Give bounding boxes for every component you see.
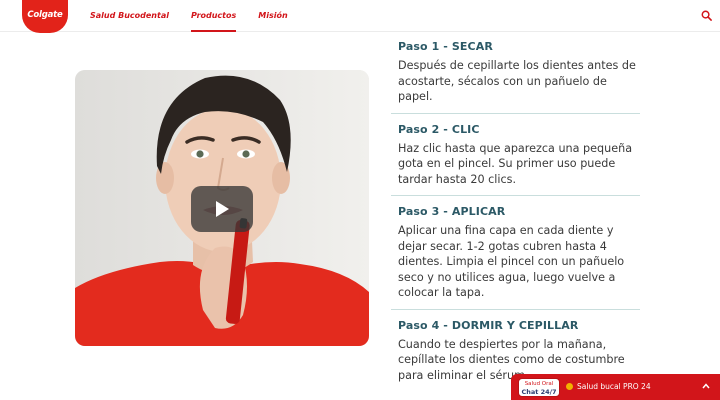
product-video[interactable] [75, 70, 369, 346]
chat-badge: Salud Oral Chat 24/7 [518, 378, 560, 397]
nav-item-productos[interactable]: Productos [190, 0, 237, 32]
step-title: Paso 3 - APLICAR [398, 205, 506, 218]
search-icon[interactable] [701, 10, 712, 21]
chat-badge-line1: Salud Oral [524, 381, 554, 387]
site-header: Colgate Salud Bucodental Productos Misió… [0, 0, 720, 33]
chat-label: Salud bucal PRO 24 [577, 382, 651, 391]
step-title: Paso 2 - CLIC [398, 122, 480, 136]
chat-widget-button[interactable]: Salud Oral Chat 24/7 Salud bucal PRO 24 [511, 374, 720, 400]
status-dot-icon [566, 383, 573, 390]
colgate-logo[interactable]: Colgate [22, 0, 68, 33]
main-nav: Salud Bucodental Productos Misión [90, 0, 310, 32]
step-text: Aplicar una fina capa en cada diente y d… [398, 224, 625, 299]
step-text: Después de cepillarte los dientes antes … [398, 59, 636, 103]
step-item: Paso 2 - CLIC Haz clic hasta que aparezc… [391, 114, 640, 196]
chevron-up-icon[interactable] [702, 382, 710, 390]
logo-text: Colgate [27, 9, 63, 20]
play-button[interactable] [191, 186, 253, 232]
chat-badge-line2: Chat 24/7 [521, 388, 557, 396]
steps-list: Paso 1 - SECAR Después de cepillarte los… [391, 37, 640, 391]
step-item: Paso 1 - SECAR Después de cepillarte los… [391, 37, 640, 114]
step-item: Paso 3 - APLICAR Aplicar una fina capa e… [391, 196, 640, 310]
step-title: Paso 4 - DORMIR Y CEPILLAR [398, 318, 579, 332]
step-text: Haz clic hasta que aparezca una pequeña … [398, 141, 633, 186]
step-title: Paso 1 - SECAR [398, 40, 493, 53]
nav-item-salud-bucodental[interactable]: Salud Bucodental [90, 0, 169, 32]
nav-item-mision[interactable]: Misión [258, 0, 287, 32]
